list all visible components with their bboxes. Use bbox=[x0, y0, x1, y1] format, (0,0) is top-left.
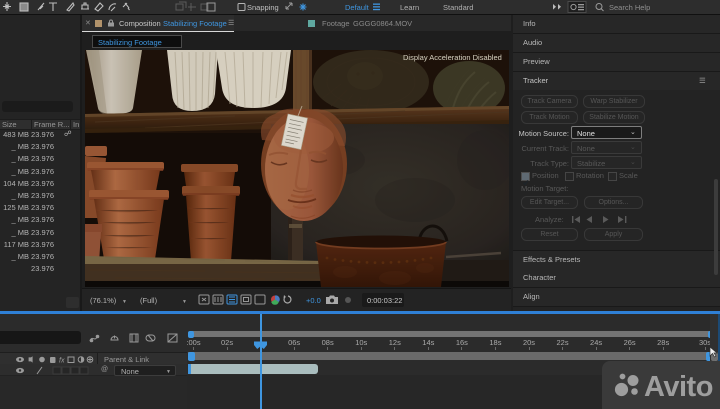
svg-text:fx: fx bbox=[59, 357, 65, 364]
svg-text:Avito: Avito bbox=[644, 371, 713, 403]
svg-text:+0.0: +0.0 bbox=[306, 296, 321, 305]
